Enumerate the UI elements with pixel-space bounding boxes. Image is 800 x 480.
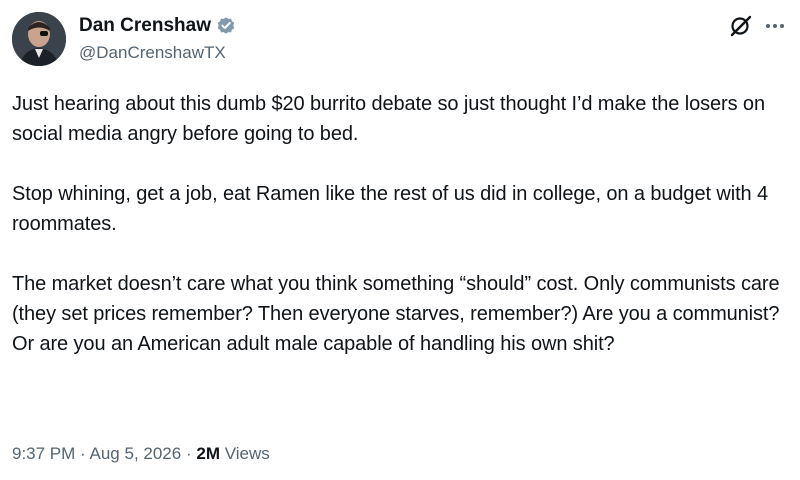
author-handle[interactable]: @DanCrenshawTX (79, 42, 226, 64)
tweet-paragraph: Stop whining, get a job, eat Ramen like … (12, 183, 769, 235)
tweet-paragraph: Just hearing about this dumb $20 burrito… (12, 93, 765, 145)
tweet-date[interactable]: Aug 5, 2026 (90, 444, 182, 463)
more-horizontal-icon[interactable] (762, 16, 788, 36)
views-label: Views (224, 444, 270, 463)
tweet-time[interactable]: 9:37 PM (12, 444, 75, 463)
avatar[interactable] (12, 12, 66, 66)
author-name-row: Dan Crenshaw (79, 14, 236, 38)
meta-separator: · (185, 444, 192, 463)
views-count: 2M (196, 444, 220, 463)
verified-badge-icon (216, 16, 236, 36)
meta-separator: · (80, 444, 86, 463)
tweet-text: Just hearing about this dumb $20 burrito… (12, 89, 798, 359)
tweet-card: Dan Crenshaw @DanCrenshawTX Just hearing… (0, 0, 800, 480)
grok-icon[interactable] (729, 14, 753, 38)
tweet-paragraph: The market doesn’t care what you think s… (12, 273, 780, 355)
tweet-metadata: 9:37 PM · Aug 5, 2026 · 2M Views (12, 442, 270, 466)
author-display-name[interactable]: Dan Crenshaw (79, 14, 211, 38)
avatar-image (12, 12, 66, 66)
